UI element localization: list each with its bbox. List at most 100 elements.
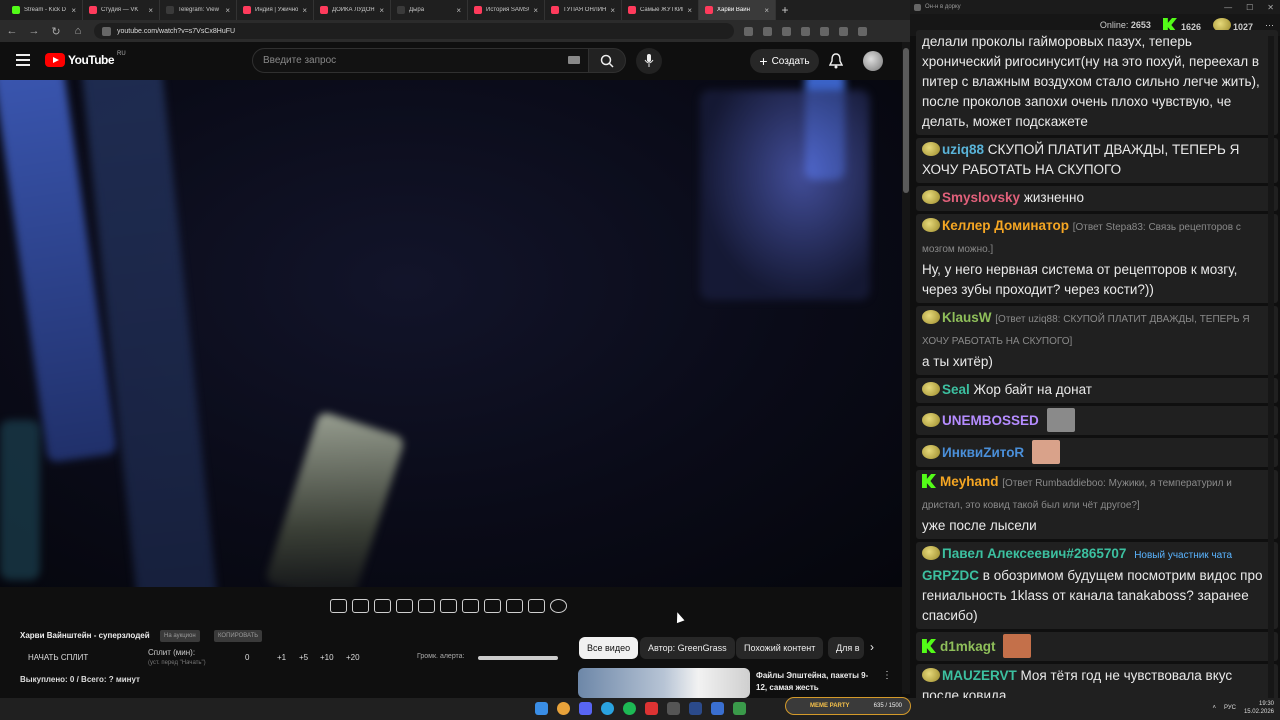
chat-username[interactable]: UNEMBOSSED bbox=[942, 413, 1039, 428]
extension-icon[interactable] bbox=[744, 26, 753, 36]
app-icon[interactable] bbox=[711, 702, 724, 715]
chat-scrollbar[interactable] bbox=[1268, 36, 1274, 698]
extension-icon[interactable] bbox=[801, 26, 810, 36]
app-icon[interactable] bbox=[667, 702, 680, 715]
back-icon[interactable]: ← bbox=[6, 25, 18, 37]
meme-party-widget[interactable]: MEME PARTY 635 / 1500 bbox=[785, 697, 911, 715]
tab-close-icon[interactable]: × bbox=[687, 6, 692, 15]
chevron-up-icon[interactable]: ˄ bbox=[1212, 705, 1216, 711]
chat-username[interactable]: Келлер Доминатор bbox=[942, 218, 1069, 233]
browser-tab[interactable]: ДОЙКА ЛУДОЯ × bbox=[314, 0, 391, 20]
chip-similar[interactable]: Похожий контент bbox=[736, 637, 824, 659]
speed-icon[interactable] bbox=[462, 599, 479, 613]
app-icon[interactable] bbox=[733, 702, 746, 715]
chrome-icon[interactable] bbox=[557, 702, 570, 715]
tab-close-icon[interactable]: × bbox=[225, 6, 230, 15]
split-add-1-button[interactable]: +1 bbox=[277, 653, 286, 662]
start-split-button[interactable]: НАЧАТЬ СПЛИТ bbox=[28, 653, 88, 662]
chat-username-suffix[interactable]: GRPZDC bbox=[922, 568, 979, 583]
add-icon[interactable] bbox=[484, 599, 501, 613]
settings-gear-icon[interactable] bbox=[550, 599, 567, 613]
tab-close-icon[interactable]: × bbox=[379, 6, 384, 15]
chevron-right-icon[interactable]: › bbox=[870, 640, 874, 654]
chat-settings-icon[interactable]: ⋯ bbox=[1265, 20, 1274, 31]
audio-icon[interactable] bbox=[352, 599, 369, 613]
discord-icon[interactable] bbox=[579, 702, 592, 715]
tab-close-icon[interactable]: × bbox=[71, 6, 76, 15]
profile-icon[interactable] bbox=[839, 26, 848, 36]
tab-close-icon[interactable]: × bbox=[533, 6, 538, 15]
hamburger-menu-icon[interactable] bbox=[16, 54, 30, 66]
new-tab-icon[interactable]: + bbox=[776, 3, 794, 17]
minimize-icon[interactable]: — bbox=[1224, 3, 1232, 12]
forward-icon[interactable]: → bbox=[28, 25, 40, 37]
page-scrollbar-thumb[interactable] bbox=[903, 48, 909, 193]
notifications-bell-icon[interactable] bbox=[829, 53, 843, 69]
app-icon[interactable] bbox=[645, 702, 658, 715]
chat-username[interactable]: uziq88 bbox=[942, 142, 984, 157]
copy-chip[interactable]: КОПИРОВАТЬ bbox=[214, 630, 263, 642]
chat-username[interactable]: d1mkagt bbox=[940, 639, 996, 654]
related-video-thumbnail[interactable] bbox=[578, 668, 750, 698]
browser-tab[interactable]: Индия | Ужично × bbox=[237, 0, 314, 20]
more-options-icon[interactable]: ⋮ bbox=[882, 670, 892, 681]
chat-username[interactable]: KlausW bbox=[942, 310, 992, 325]
tab-close-icon[interactable]: × bbox=[610, 6, 615, 15]
chip-for-you[interactable]: Для в bbox=[828, 637, 864, 659]
clock[interactable]: 19:30 15.02.2026 bbox=[1244, 700, 1274, 716]
reload-icon[interactable]: ↻ bbox=[50, 25, 62, 38]
split-add-20-button[interactable]: +20 bbox=[346, 653, 360, 662]
chat-username[interactable]: Smyslovsky bbox=[942, 190, 1020, 205]
youtube-logo[interactable]: YouTube RU bbox=[45, 51, 126, 67]
split-add-10-button[interactable]: +10 bbox=[320, 653, 334, 662]
search-input[interactable]: Введите запрос bbox=[252, 48, 589, 73]
tab-close-icon[interactable]: × bbox=[302, 6, 307, 15]
browser-tab[interactable]: Харви Вайн × bbox=[699, 0, 776, 20]
video-player[interactable] bbox=[0, 80, 902, 587]
lang-indicator[interactable]: РУС bbox=[1224, 705, 1236, 711]
url-field[interactable]: youtube.com/watch?v=s7VsCx8HuFU bbox=[94, 23, 734, 39]
bookmark-star-icon[interactable] bbox=[782, 26, 791, 36]
chat-username[interactable]: Seal bbox=[942, 382, 970, 397]
close-icon[interactable]: ✕ bbox=[1267, 3, 1274, 12]
tab-close-icon[interactable]: × bbox=[148, 6, 153, 15]
tab-close-icon[interactable]: × bbox=[456, 6, 461, 15]
create-button[interactable]: + Создать bbox=[750, 49, 819, 73]
playback-icon[interactable] bbox=[374, 599, 391, 613]
more-menu-icon[interactable] bbox=[858, 26, 867, 36]
browser-tab[interactable]: Самые ЖУТКИЕ × bbox=[622, 0, 699, 20]
split-add-5-button[interactable]: +5 bbox=[299, 653, 308, 662]
spotify-icon[interactable] bbox=[623, 702, 636, 715]
keyboard-icon[interactable] bbox=[568, 56, 580, 64]
browser-tab[interactable]: Telegram: View × bbox=[160, 0, 237, 20]
related-video-title[interactable]: Файлы Эпштейна, пакеты 9-12, самая жесть bbox=[756, 670, 878, 694]
chat-username[interactable]: Meyhand bbox=[940, 474, 999, 489]
site-info-icon[interactable] bbox=[102, 26, 111, 36]
app-icon[interactable] bbox=[689, 702, 702, 715]
auction-chip[interactable]: На аукцион bbox=[160, 630, 200, 642]
chat-username[interactable]: MAUZERVT bbox=[942, 668, 1017, 683]
home-icon[interactable]: ⌂ bbox=[72, 25, 84, 37]
screenshot-icon[interactable] bbox=[506, 599, 523, 613]
theater-icon[interactable] bbox=[440, 599, 457, 613]
browser-tab[interactable]: Дыра × bbox=[391, 0, 468, 20]
chat-username[interactable]: ИнквиZитоR bbox=[942, 445, 1024, 460]
download-icon[interactable] bbox=[820, 26, 829, 36]
browser-tab[interactable]: История SAMSUNG × bbox=[468, 0, 545, 20]
tab-close-icon[interactable]: × bbox=[764, 6, 769, 15]
telegram-icon[interactable] bbox=[601, 702, 614, 715]
alert-volume-slider[interactable] bbox=[478, 656, 558, 660]
chip-all-videos[interactable]: Все видео bbox=[579, 637, 639, 659]
maximize-icon[interactable]: ☐ bbox=[1246, 3, 1253, 12]
browser-tab[interactable]: Студия — VK × bbox=[83, 0, 160, 20]
voice-search-button[interactable] bbox=[636, 48, 662, 74]
loop-icon[interactable] bbox=[330, 599, 347, 613]
windows-start-icon[interactable] bbox=[535, 702, 548, 715]
browser-tab[interactable]: ТУПАЯ ОНЛИН × bbox=[545, 0, 622, 20]
browser-tab[interactable]: Stream - Kick D × bbox=[6, 0, 83, 20]
extension-icon[interactable] bbox=[763, 26, 772, 36]
chip-author[interactable]: Автор: GreenGrass bbox=[640, 637, 735, 659]
search-button[interactable] bbox=[588, 48, 626, 73]
pip-icon[interactable] bbox=[418, 599, 435, 613]
avatar[interactable] bbox=[863, 51, 883, 71]
